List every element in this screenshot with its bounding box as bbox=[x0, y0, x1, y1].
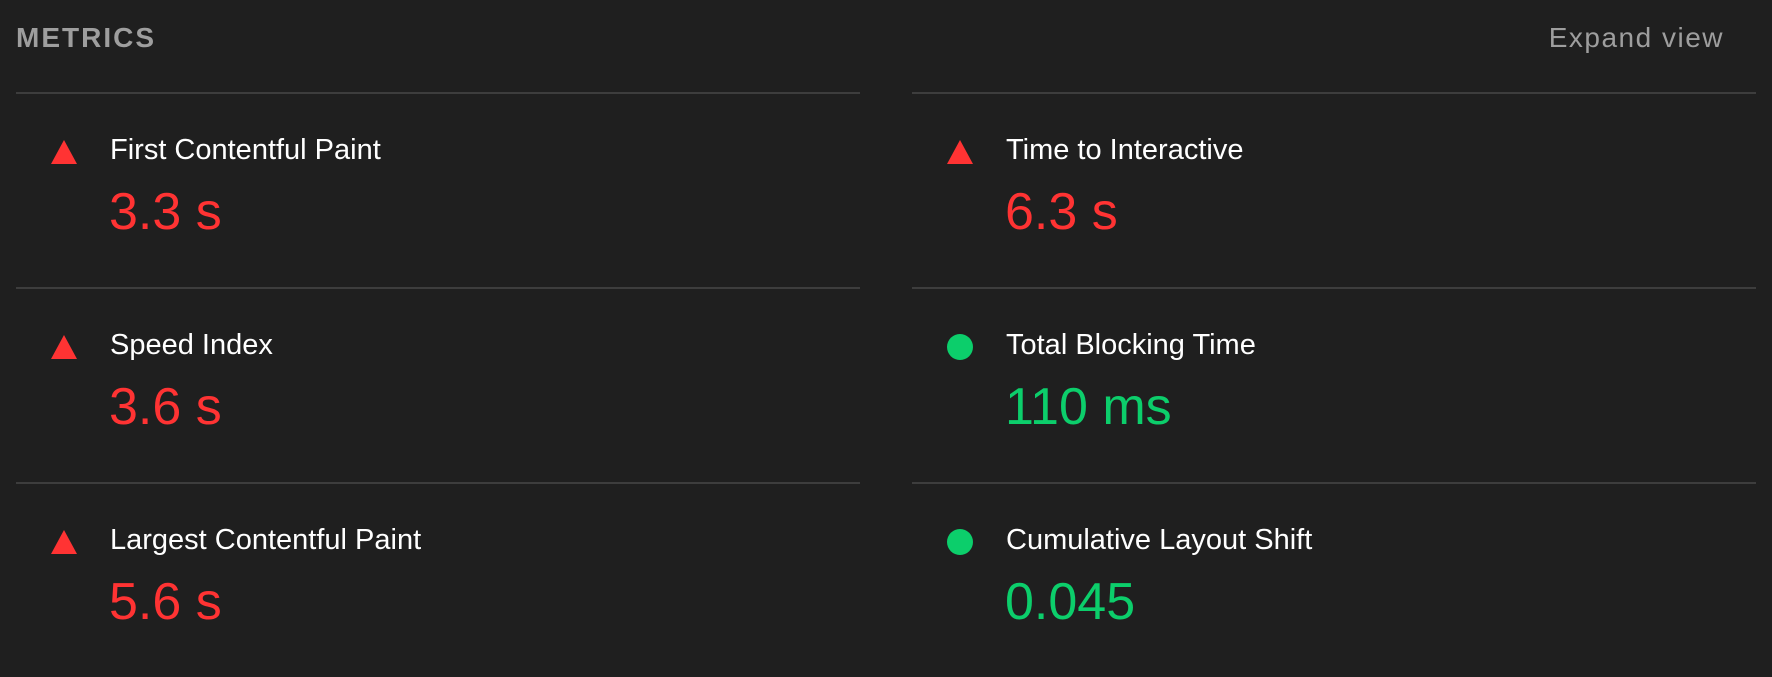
metric-value: 110 ms bbox=[1005, 378, 1172, 436]
expand-view-toggle[interactable]: Expand view bbox=[1549, 22, 1724, 54]
pass-circle-icon bbox=[946, 528, 974, 556]
metric-largest-contentful-paint: Largest Contentful Paint 5.6 s bbox=[16, 482, 860, 677]
metrics-header: METRICS Expand view bbox=[16, 0, 1724, 80]
metric-cumulative-layout-shift: Cumulative Layout Shift 0.045 bbox=[912, 482, 1756, 677]
metric-label: Largest Contentful Paint bbox=[110, 524, 422, 556]
metric-value: 0.045 bbox=[1005, 573, 1136, 631]
metric-value: 5.6 s bbox=[109, 573, 222, 631]
fail-triangle-icon bbox=[50, 528, 78, 556]
metrics-title: METRICS bbox=[16, 22, 156, 53]
metric-label: Speed Index bbox=[110, 329, 273, 361]
metric-value: 3.6 s bbox=[109, 378, 222, 436]
metric-time-to-interactive: Time to Interactive 6.3 s bbox=[912, 92, 1756, 287]
metric-label: Total Blocking Time bbox=[1006, 329, 1256, 361]
metric-speed-index: Speed Index 3.6 s bbox=[16, 287, 860, 482]
metric-label: Cumulative Layout Shift bbox=[1006, 524, 1313, 556]
fail-triangle-icon bbox=[946, 138, 974, 166]
metric-value: 6.3 s bbox=[1005, 183, 1118, 241]
pass-circle-icon bbox=[946, 333, 974, 361]
metric-first-contentful-paint: First Contentful Paint 3.3 s bbox=[16, 92, 860, 287]
metric-value: 3.3 s bbox=[109, 183, 222, 241]
fail-triangle-icon bbox=[50, 138, 78, 166]
metric-total-blocking-time: Total Blocking Time 110 ms bbox=[912, 287, 1756, 482]
metrics-grid: First Contentful Paint 3.3 s Time to Int… bbox=[16, 92, 1756, 677]
metric-label: Time to Interactive bbox=[1006, 134, 1244, 166]
metric-label: First Contentful Paint bbox=[110, 134, 381, 166]
fail-triangle-icon bbox=[50, 333, 78, 361]
